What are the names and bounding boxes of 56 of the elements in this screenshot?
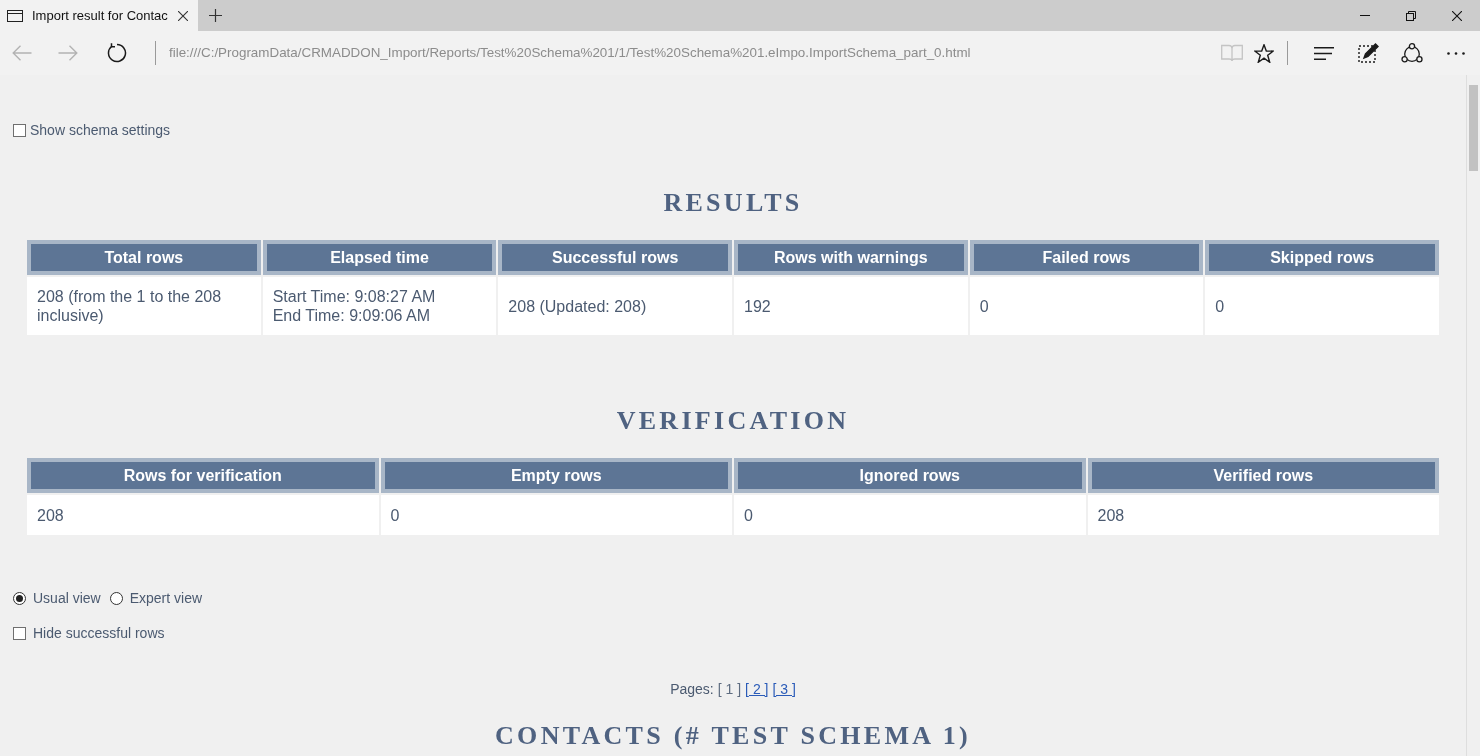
close-icon bbox=[1452, 10, 1462, 21]
page-link[interactable]: [ 2 ] bbox=[745, 678, 769, 700]
tab-title: Import result for Contac bbox=[32, 6, 168, 25]
tab-close-button[interactable] bbox=[177, 9, 189, 22]
table-cell: Start Time: 9:08:27 AM End Time: 9:09:06 AM bbox=[262, 277, 497, 335]
scrollbar-thumb[interactable] bbox=[1469, 85, 1478, 171]
column-header: Ignored rows bbox=[734, 458, 1086, 493]
lines-icon bbox=[1314, 46, 1334, 60]
checkbox-label: Show schema settings bbox=[30, 120, 171, 140]
pen-square-icon bbox=[1357, 42, 1379, 64]
table-cell: 0 bbox=[969, 277, 1204, 335]
column-header: Successful rows bbox=[498, 240, 732, 275]
section-heading: VERIFICATION bbox=[616, 405, 850, 437]
radio-label: Expert view bbox=[129, 588, 203, 608]
refresh-icon bbox=[107, 43, 127, 63]
plus-icon bbox=[208, 9, 222, 22]
table-cell: 208 bbox=[27, 495, 379, 535]
table-cell: 0 bbox=[734, 495, 1086, 535]
restore-icon bbox=[1406, 10, 1416, 21]
star-icon bbox=[1254, 43, 1274, 63]
section-heading: RESULTS bbox=[663, 187, 803, 219]
book-icon bbox=[1221, 44, 1243, 62]
table-cell: 0 bbox=[1205, 277, 1439, 335]
address-bar-url[interactable]: file:///C:/ProgramData/CRMADDON_Import/Reports/Test%20Schema%201/1/Test%20Schema%201.eImpo.ImportSchema_part_0.html bbox=[169, 42, 971, 64]
column-header: Failed rows bbox=[969, 240, 1204, 275]
pagination-label: Pages: bbox=[670, 679, 714, 699]
radio-button[interactable] bbox=[13, 591, 26, 605]
column-header: Rows for verification bbox=[27, 458, 379, 493]
tab-page-icon bbox=[7, 9, 23, 22]
table-cell: 208 (from the 1 to the 208 inclusive) bbox=[27, 277, 261, 335]
minimize-icon bbox=[1360, 15, 1370, 16]
share-icon bbox=[1401, 43, 1423, 63]
checkbox-label: Hide successful rows bbox=[33, 623, 165, 643]
radio-button[interactable] bbox=[109, 591, 123, 605]
column-header: Total rows bbox=[27, 240, 261, 275]
section-heading: CONTACTS (# TEST SCHEMA 1) bbox=[495, 720, 971, 752]
arrow-left-icon bbox=[12, 45, 32, 61]
table-cell: 208 bbox=[1087, 495, 1439, 535]
table-cell: 0 bbox=[380, 495, 732, 535]
arrow-right-icon bbox=[58, 45, 78, 61]
column-header: Verified rows bbox=[1087, 458, 1439, 493]
checkbox[interactable] bbox=[13, 123, 26, 137]
close-icon bbox=[178, 10, 188, 21]
table-cell: 192 bbox=[734, 277, 968, 335]
column-header: Empty rows bbox=[380, 458, 732, 493]
radio-label: Usual view bbox=[33, 588, 101, 608]
table-cell: 208 (Updated: 208) bbox=[498, 277, 732, 335]
more-icon bbox=[1447, 51, 1465, 55]
browser-tab[interactable]: Import result for Contac bbox=[0, 0, 198, 31]
column-header: Rows with warnings bbox=[734, 240, 968, 275]
page-link[interactable]: [ 3 ] bbox=[772, 678, 796, 700]
column-header: Elapsed time bbox=[262, 240, 497, 275]
checkbox[interactable] bbox=[13, 626, 26, 640]
column-header: Skipped rows bbox=[1205, 240, 1439, 275]
scrollbar-track[interactable] bbox=[1466, 75, 1480, 756]
page-link[interactable]: [ 1 ] bbox=[717, 678, 742, 700]
